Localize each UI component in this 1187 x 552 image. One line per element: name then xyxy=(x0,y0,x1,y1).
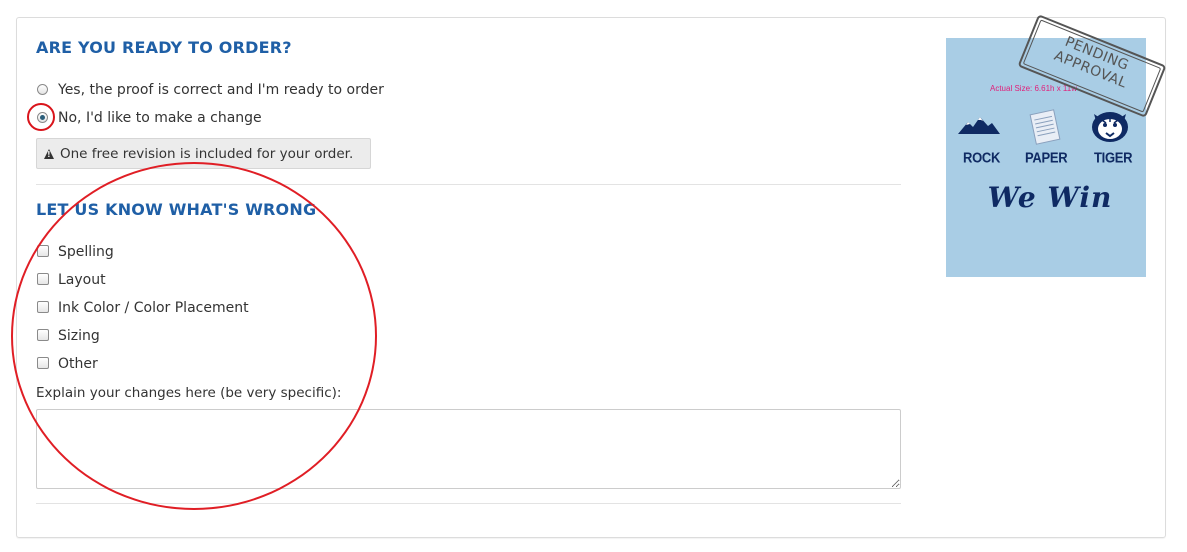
radio-label-change[interactable]: No, I'd like to make a change xyxy=(58,110,262,126)
section-divider xyxy=(36,184,901,185)
warning-icon xyxy=(44,148,54,159)
checkbox-layout[interactable] xyxy=(37,273,49,285)
actual-size-label: Actual Size: 6.61h x 11w xyxy=(990,84,1078,93)
checkbox-other[interactable] xyxy=(37,357,49,369)
tiger-icon xyxy=(1092,112,1128,142)
bottom-divider xyxy=(36,503,901,504)
explain-changes-textarea[interactable] xyxy=(36,409,901,489)
whats-wrong-heading: LET US KNOW WHAT'S WRONG xyxy=(36,200,317,219)
mascot-label-tiger: TIGER xyxy=(1094,148,1133,167)
checkbox-label-spelling[interactable]: Spelling xyxy=(58,244,114,260)
radio-label-approve[interactable]: Yes, the proof is correct and I'm ready … xyxy=(58,82,384,98)
mascot-label-rock: ROCK xyxy=(963,148,1001,167)
checkbox-label-layout[interactable]: Layout xyxy=(58,272,106,288)
free-revision-notice: One free revision is included for your o… xyxy=(36,138,371,169)
checkbox-sizing[interactable] xyxy=(37,329,49,341)
explain-changes-label: Explain your changes here (be very speci… xyxy=(36,385,342,401)
annotation-ring-selected-radio xyxy=(27,103,55,131)
paper-icon xyxy=(1029,109,1061,145)
radio-button-approve[interactable] xyxy=(37,84,48,95)
ready-to-order-heading: ARE YOU READY TO ORDER? xyxy=(36,38,292,57)
checkbox-label-other[interactable]: Other xyxy=(58,356,98,372)
checkbox-spelling[interactable] xyxy=(37,245,49,257)
proof-motto: We Win xyxy=(987,181,1113,214)
checkbox-label-sizing[interactable]: Sizing xyxy=(58,328,100,344)
notice-text: One free revision is included for your o… xyxy=(60,145,354,162)
mascot-label-paper: PAPER xyxy=(1025,148,1068,167)
mountain-icon xyxy=(958,117,1000,134)
checkbox-label-ink-color[interactable]: Ink Color / Color Placement xyxy=(58,300,249,316)
checkbox-ink-color[interactable] xyxy=(37,301,49,313)
